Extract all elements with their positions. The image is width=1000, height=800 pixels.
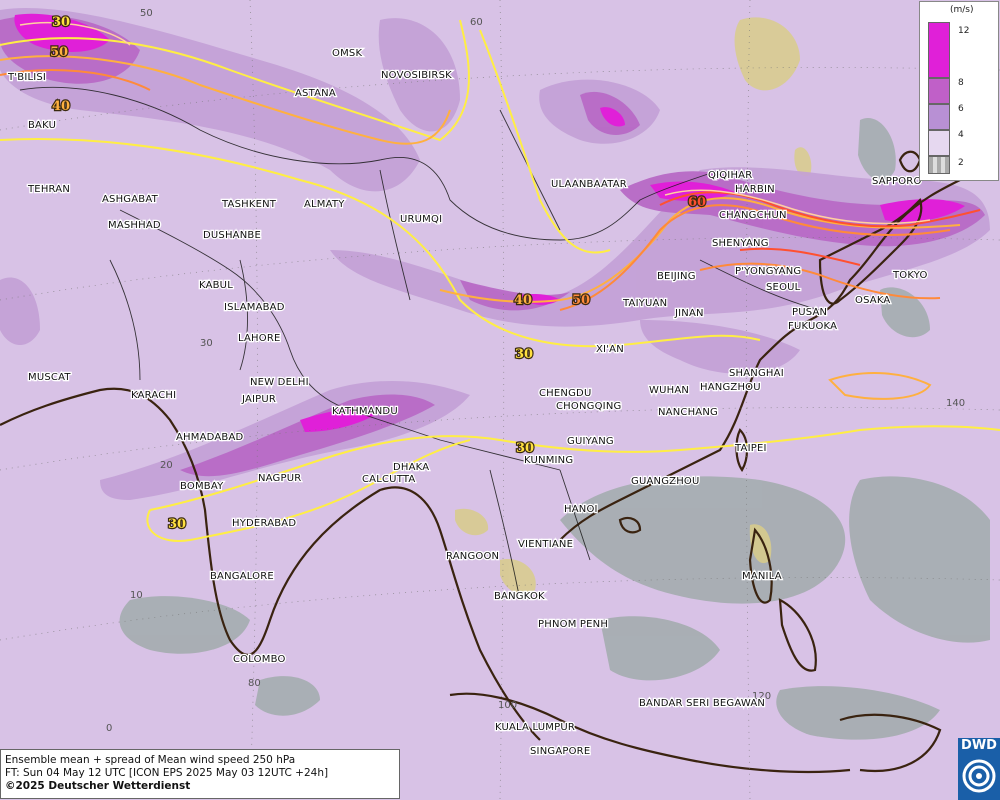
city-label: HYDERABAD bbox=[232, 518, 296, 529]
city-label: NEW DELHI bbox=[250, 377, 309, 388]
city-label: T'BILISI bbox=[7, 72, 46, 83]
city-label: VIENTIANE bbox=[518, 539, 573, 550]
city-label: TASHKENT bbox=[221, 199, 277, 210]
contour-label: 30 bbox=[515, 347, 533, 362]
city-label: OSAKA bbox=[855, 295, 890, 306]
city-label: OMSK bbox=[332, 48, 362, 59]
city-label: SHANGHAI bbox=[729, 368, 784, 379]
legend-tick-label: 4 bbox=[958, 130, 964, 140]
city-label: KATHMANDU bbox=[332, 406, 398, 417]
contour-label: 30 bbox=[168, 517, 186, 532]
city-label: NANCHANG bbox=[658, 407, 718, 418]
dwd-logo-text: DWD bbox=[961, 738, 997, 753]
city-label: BANGKOK bbox=[494, 591, 545, 602]
city-label: HARBIN bbox=[735, 184, 775, 195]
city-label: ASTANA bbox=[295, 88, 336, 99]
city-label: SEOUL bbox=[766, 282, 801, 293]
city-label: SAPPORO bbox=[872, 176, 922, 187]
city-label: MUSCAT bbox=[28, 372, 71, 383]
city-label: NAGPUR bbox=[258, 473, 301, 484]
city-label: RANGOON bbox=[446, 551, 499, 562]
city-label: CALCUTTA bbox=[362, 474, 415, 485]
city-label: AHMADABAD bbox=[176, 432, 243, 443]
city-label: KUALA LUMPUR bbox=[495, 722, 575, 733]
city-label: MASHHAD bbox=[108, 220, 161, 231]
city-label: KUNMING bbox=[524, 455, 573, 466]
city-label: FUKUOKA bbox=[788, 321, 837, 332]
grid-label: 10 bbox=[130, 590, 143, 601]
grid-label: 30 bbox=[200, 338, 213, 349]
contour-label: 50 bbox=[572, 293, 590, 308]
legend-tick-label: 12 bbox=[958, 26, 970, 36]
city-label: PHNOM PENH bbox=[538, 619, 608, 630]
legend-tick-label: 8 bbox=[958, 78, 964, 88]
contour-label: 30 bbox=[52, 15, 70, 30]
contour-label: 50 bbox=[50, 45, 68, 60]
city-label: ISLAMABAD bbox=[224, 302, 285, 313]
dwd-logo-icon bbox=[962, 759, 996, 793]
city-label: JINAN bbox=[674, 308, 704, 319]
city-label: JAIPUR bbox=[241, 394, 276, 405]
city-label: TAIYUAN bbox=[622, 298, 667, 309]
city-label: HANGZHOU bbox=[700, 382, 761, 393]
legend-tick-label: 6 bbox=[958, 104, 964, 114]
legend-swatch-12 bbox=[928, 22, 950, 78]
city-label: P'YONGYANG bbox=[735, 266, 801, 277]
city-label: PUSAN bbox=[792, 307, 827, 318]
city-label: BOMBAY bbox=[180, 481, 224, 492]
grid-label: 140 bbox=[946, 398, 965, 409]
contour-label: 60 bbox=[688, 195, 706, 210]
city-label: QIQIHAR bbox=[708, 170, 752, 181]
city-label: KABUL bbox=[199, 280, 233, 291]
city-label: DUSHANBE bbox=[203, 230, 261, 241]
color-legend: (m/s) 12 8 6 4 2 bbox=[919, 1, 999, 181]
city-label: KARACHI bbox=[131, 390, 176, 401]
city-label: SHENYANG bbox=[712, 238, 769, 249]
city-label: CHENGDU bbox=[539, 388, 591, 399]
city-label: GUANGZHOU bbox=[631, 476, 700, 487]
city-label: LAHORE bbox=[238, 333, 281, 344]
grid-label: 0 bbox=[106, 723, 112, 734]
dwd-logo: DWD bbox=[958, 738, 1000, 800]
legend-swatch-8 bbox=[928, 78, 950, 104]
legend-swatch-4 bbox=[928, 130, 950, 156]
grid-label: 50 bbox=[140, 8, 153, 19]
city-label: HANOI bbox=[564, 504, 598, 515]
map-info-box: Ensemble mean + spread of Mean wind spee… bbox=[0, 749, 400, 799]
wind-speed-map: 30 50 40 60 40 50 30 30 30 50 60 30 20 1… bbox=[0, 0, 1000, 800]
city-label: BAKU bbox=[28, 120, 56, 131]
city-label: CHONGQING bbox=[556, 401, 621, 412]
contour-label: 30 bbox=[516, 441, 534, 456]
city-label: CHANGCHUN bbox=[719, 210, 787, 221]
city-label: ALMATY bbox=[304, 199, 345, 210]
legend-tick-label: 2 bbox=[958, 158, 964, 168]
city-label: TAIPEI bbox=[734, 443, 767, 454]
city-label: URUMQI bbox=[400, 214, 442, 225]
contour-label: 40 bbox=[514, 293, 532, 308]
city-label: BEIJING bbox=[657, 271, 696, 282]
grid-label: 80 bbox=[248, 678, 261, 689]
city-label: MANILA bbox=[742, 571, 782, 582]
city-label: TOKYO bbox=[892, 270, 928, 281]
city-label: BANGALORE bbox=[210, 571, 274, 582]
city-label: DHAKA bbox=[393, 462, 429, 473]
city-label: XI'AN bbox=[596, 344, 624, 355]
city-label: ASHGABAT bbox=[102, 194, 159, 205]
city-label: BANDAR SERI BEGAWAN bbox=[639, 698, 765, 709]
city-label: ULAANBAATAR bbox=[551, 179, 627, 190]
city-label: COLOMBO bbox=[233, 654, 286, 665]
city-label: SINGAPORE bbox=[530, 746, 590, 757]
city-label: NOVOSIBIRSK bbox=[381, 70, 452, 81]
city-label: TEHRAN bbox=[27, 184, 70, 195]
city-label: GUIYANG bbox=[567, 436, 614, 447]
legend-swatch-6 bbox=[928, 104, 950, 130]
legend-swatch-2 bbox=[928, 156, 950, 174]
grid-label: 60 bbox=[470, 17, 483, 28]
legend-unit: (m/s) bbox=[950, 5, 974, 15]
grid-label: 20 bbox=[160, 460, 173, 471]
contour-label: 40 bbox=[52, 99, 70, 114]
grid-label: 100 bbox=[498, 700, 517, 711]
city-label: WUHAN bbox=[649, 385, 689, 396]
